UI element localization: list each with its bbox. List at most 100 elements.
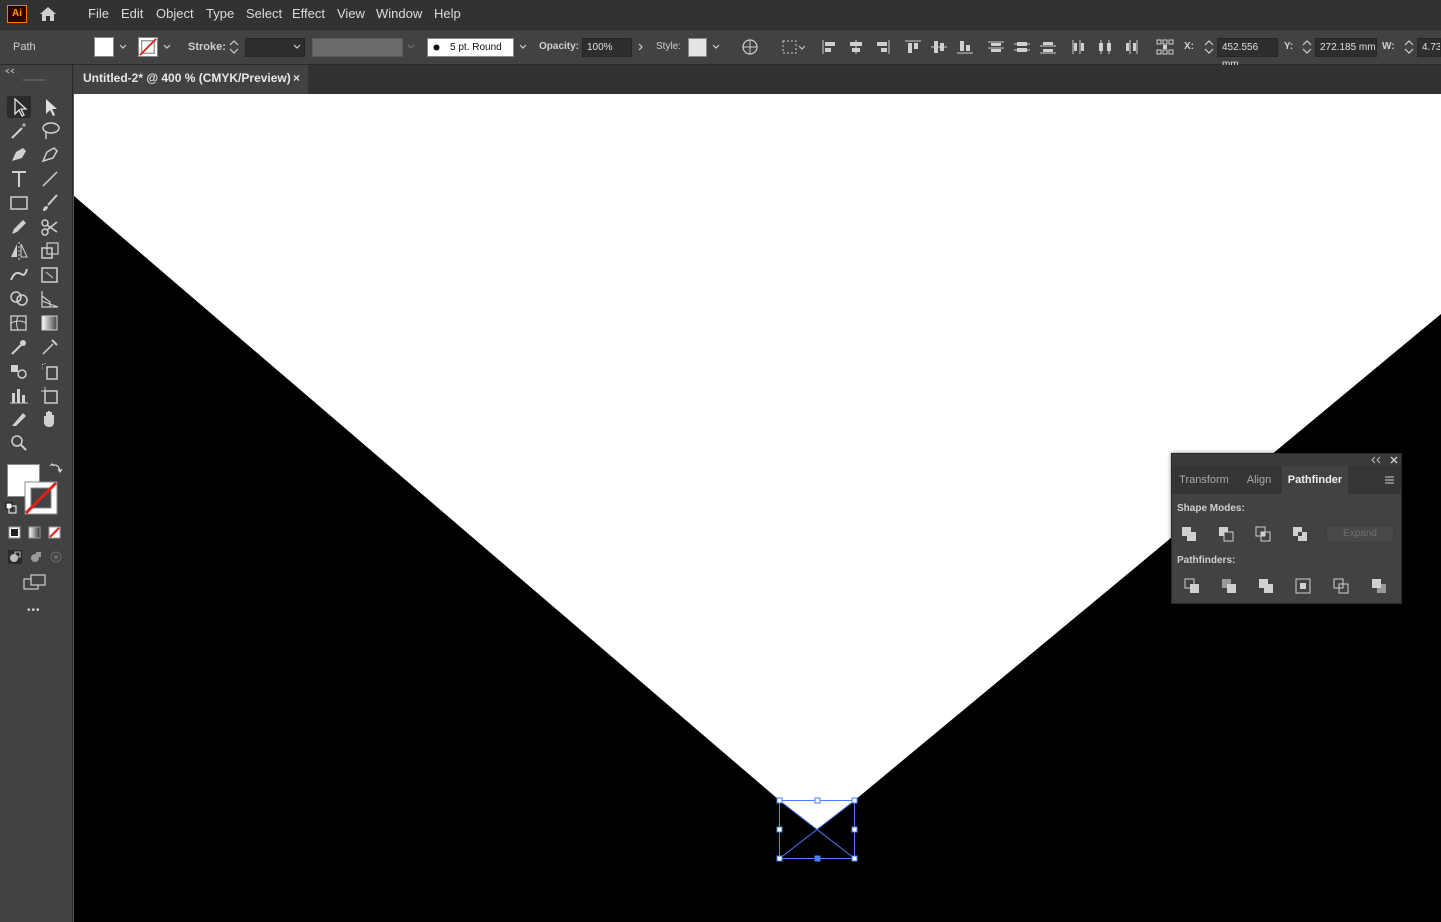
menu-help[interactable]: Help: [434, 0, 461, 29]
chevron-down-icon[interactable]: [119, 43, 127, 51]
menu-file[interactable]: File: [88, 0, 109, 29]
minus-front-icon[interactable]: [1217, 525, 1235, 543]
artboard-tool[interactable]: [38, 384, 62, 406]
width-field[interactable]: 4.73: [1417, 38, 1441, 57]
draw-behind-icon[interactable]: [28, 549, 44, 565]
warp-tool[interactable]: [7, 264, 31, 286]
crop-icon[interactable]: [1294, 577, 1312, 595]
curvature-tool[interactable]: [38, 144, 62, 166]
stepper-icon[interactable]: [1203, 39, 1215, 55]
panel-grip[interactable]: [23, 79, 45, 81]
align-left-icon[interactable]: [821, 39, 839, 55]
hand-tool[interactable]: [38, 408, 62, 430]
align-vertical-center-icon[interactable]: [930, 39, 948, 55]
align-bottom-icon[interactable]: [956, 39, 974, 55]
swap-fill-stroke-icon[interactable]: [49, 461, 63, 475]
free-transform-tool[interactable]: [38, 264, 62, 286]
draw-normal-icon[interactable]: [7, 549, 23, 565]
blend-tool[interactable]: [7, 360, 31, 382]
panel-header[interactable]: [1172, 454, 1401, 466]
chevron-down-icon[interactable]: [407, 43, 415, 51]
lasso-tool[interactable]: [38, 120, 62, 142]
column-graph-tool[interactable]: [7, 384, 31, 406]
screen-mode-icon[interactable]: [23, 574, 47, 590]
paintbrush-tool[interactable]: [38, 192, 62, 214]
chevron-right-icon[interactable]: [637, 43, 645, 51]
opacity-field[interactable]: 100%: [582, 38, 632, 57]
y-position-field[interactable]: 272.185 mm: [1315, 38, 1377, 57]
zoom-tool[interactable]: [7, 432, 31, 454]
tab-transform[interactable]: Transform: [1172, 466, 1236, 494]
menu-edit[interactable]: Edit: [121, 0, 143, 29]
eyedropper-tool[interactable]: [7, 336, 31, 358]
pen-tool[interactable]: [7, 144, 31, 166]
merge-icon[interactable]: [1257, 577, 1275, 595]
default-fill-stroke-icon[interactable]: [5, 502, 17, 514]
align-to-selection-icon[interactable]: [782, 39, 806, 55]
none-mode-icon[interactable]: [48, 526, 61, 539]
x-position-field[interactable]: 452.556 mm: [1217, 38, 1278, 70]
brush-definition-field[interactable]: 5 pt. Round: [427, 38, 514, 57]
close-icon[interactable]: [1390, 456, 1398, 464]
home-icon[interactable]: [38, 5, 58, 23]
reflect-tool[interactable]: [7, 240, 31, 262]
stepper-icon[interactable]: [1403, 39, 1415, 55]
distribute-top-icon[interactable]: [987, 39, 1005, 55]
recolor-artwork-icon[interactable]: [741, 39, 759, 55]
stroke-none-swatch[interactable]: [138, 37, 158, 57]
graphic-style-swatch[interactable]: [688, 38, 707, 57]
align-horizontal-center-icon[interactable]: [847, 39, 865, 55]
distribute-vertical-center-icon[interactable]: [1013, 39, 1031, 55]
menu-type[interactable]: Type: [206, 0, 234, 29]
distribute-bottom-icon[interactable]: [1039, 39, 1057, 55]
selection-tool[interactable]: [7, 96, 31, 118]
distribute-left-icon[interactable]: [1070, 39, 1088, 55]
slice-tool[interactable]: [7, 408, 31, 430]
collapse-panel-icon[interactable]: [1371, 456, 1381, 464]
chevron-down-icon[interactable]: [163, 43, 171, 51]
panel-menu-icon[interactable]: [1384, 475, 1395, 485]
perspective-grid-tool[interactable]: [38, 288, 62, 310]
minus-back-icon[interactable]: [1370, 577, 1388, 595]
outline-icon[interactable]: [1332, 577, 1350, 595]
tab-align[interactable]: Align: [1238, 466, 1280, 494]
symbol-sprayer-tool[interactable]: [38, 360, 62, 382]
distribute-right-icon[interactable]: [1122, 39, 1140, 55]
unite-icon[interactable]: [1180, 525, 1198, 543]
exclude-icon[interactable]: [1291, 525, 1309, 543]
edit-toolbar-more[interactable]: •••: [27, 605, 41, 616]
document-tab[interactable]: Untitled-2* @ 400 % (CMYK/Preview) ×: [73, 65, 308, 94]
menu-effect[interactable]: Effect: [292, 0, 325, 29]
type-tool[interactable]: [7, 168, 31, 190]
measure-tool[interactable]: [38, 336, 62, 358]
magic-wand-tool[interactable]: [7, 120, 31, 142]
pencil-tool[interactable]: [7, 216, 31, 238]
rectangle-tool[interactable]: [7, 192, 31, 214]
fill-swatch[interactable]: [94, 37, 114, 57]
variable-width-profile[interactable]: [312, 38, 403, 57]
direct-selection-tool[interactable]: [38, 96, 62, 118]
menu-view[interactable]: View: [337, 0, 365, 29]
scissors-tool[interactable]: [38, 216, 62, 238]
close-icon[interactable]: ×: [293, 65, 300, 92]
menu-select[interactable]: Select: [246, 0, 282, 29]
line-segment-tool[interactable]: [38, 168, 62, 190]
intersect-icon[interactable]: [1254, 525, 1272, 543]
distribute-horizontal-center-icon[interactable]: [1096, 39, 1114, 55]
mesh-tool[interactable]: [7, 312, 31, 334]
chevron-down-icon[interactable]: [293, 43, 301, 51]
shape-builder-tool[interactable]: [7, 288, 31, 310]
menu-object[interactable]: Object: [156, 0, 194, 29]
chevron-down-icon[interactable]: [519, 43, 527, 51]
collapse-panel-icon[interactable]: [5, 68, 15, 74]
stepper-icon[interactable]: [228, 39, 240, 55]
draw-inside-icon[interactable]: [48, 549, 64, 565]
color-mode-icon[interactable]: [8, 526, 21, 539]
tab-pathfinder[interactable]: Pathfinder: [1282, 466, 1348, 494]
expand-button[interactable]: Expand: [1326, 525, 1394, 543]
chevron-down-icon[interactable]: [712, 43, 720, 51]
menu-window[interactable]: Window: [376, 0, 422, 29]
scale-tool[interactable]: [38, 240, 62, 262]
gradient-tool[interactable]: [38, 312, 62, 334]
gradient-mode-icon[interactable]: [28, 526, 41, 539]
